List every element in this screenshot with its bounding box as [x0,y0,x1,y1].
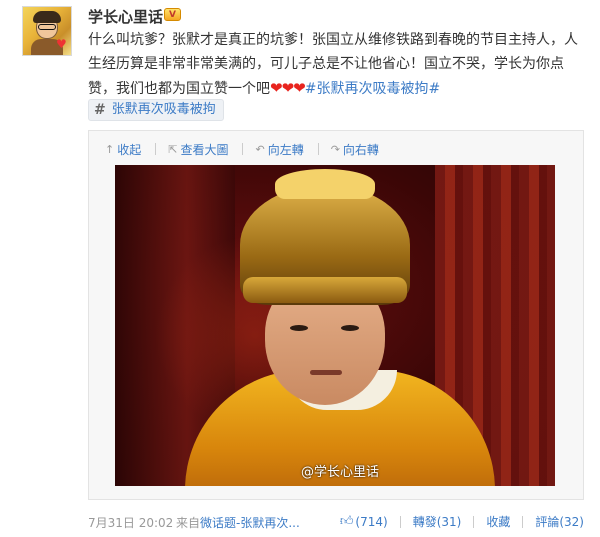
collapse-label: 收起 [117,142,142,157]
topic-chip[interactable]: # 张默再次吸毒被拘 [88,99,224,121]
username-link[interactable]: 学长心里话 [88,6,163,27]
rotate-right-icon: ↷ [330,142,340,156]
toolbar-divider [317,143,319,155]
topic-chip-label: 张默再次吸毒被拘 [111,102,216,117]
action-divider [473,515,475,528]
external-link-icon: ⇱ [168,142,178,156]
hashtag-link[interactable]: #张默再次吸毒被拘# [305,81,440,97]
photo-crown [275,169,375,199]
photo-eye-left [290,325,308,331]
action-divider [522,515,524,528]
thumbs-up-icon: 👍︎ [339,514,354,529]
photo-mouth [310,370,342,375]
media-viewer: ↑ 收起 ⇱ 查看大圖 ↶ 向左轉 ↷ 向右轉 @学长心里话 [88,130,584,500]
repost-button[interactable]: 轉發(31) [413,513,462,530]
post-photo[interactable]: @学长心里话 [115,165,555,486]
like-count: (714) [355,514,388,529]
rotate-left-icon: ↶ [255,142,265,156]
photo-hat-band [243,277,407,303]
toolbar-divider [155,143,157,155]
post-actions: 👍︎ (714) 轉發(31) 收藏 評論(32) [340,513,584,530]
rotate-right-label: 向右轉 [342,142,379,157]
collapse-button[interactable]: ↑ 收起 [105,141,141,158]
rotate-left-button[interactable]: ↶ 向左轉 [255,141,303,158]
view-large-label: 查看大圖 [180,142,229,157]
avatar-figure-hair [33,11,61,23]
post-text: 什么叫坑爹？张默才是真正的坑爹！张国立从维修铁路到春晚的节目主持人，人生经历算是… [88,28,588,101]
rotate-right-button[interactable]: ↷ 向右轉 [331,141,379,158]
media-toolbar: ↑ 收起 ⇱ 查看大圖 ↶ 向左轉 ↷ 向右轉 [105,141,393,157]
hash-icon: # [94,102,106,118]
user-avatar[interactable]: ♥ [22,6,72,56]
vip-badge-icon[interactable]: V [164,8,181,21]
hearts-emoji: ❤❤❤ [270,79,306,97]
favorite-button[interactable]: 收藏 [486,513,510,530]
source-prefix: 来自 [176,516,201,530]
toolbar-divider [242,143,244,155]
weibo-post-card: ♥ 学长心里话 V 什么叫坑爹？张默才是真正的坑爹！张国立从维修铁路到春晚的节目… [0,0,600,537]
post-timestamp-link[interactable]: 7月31日 20:02 [88,514,173,531]
view-large-button[interactable]: ⇱ 查看大圖 [168,141,228,158]
like-button[interactable]: 👍︎ (714) [340,514,388,529]
avatar-figure-glasses [38,24,56,30]
rotate-left-label: 向左轉 [267,142,304,157]
heart-icon: ♥ [56,37,67,51]
arrow-up-icon: ↑ [105,142,115,156]
comment-button[interactable]: 評論(32) [535,513,584,530]
photo-eye-right [341,325,359,331]
action-divider [399,515,401,528]
source-link[interactable]: 微话题-张默再次... [200,516,300,530]
post-source: 来自微话题-张默再次... [176,514,300,531]
photo-watermark: @学长心里话 [301,465,380,480]
